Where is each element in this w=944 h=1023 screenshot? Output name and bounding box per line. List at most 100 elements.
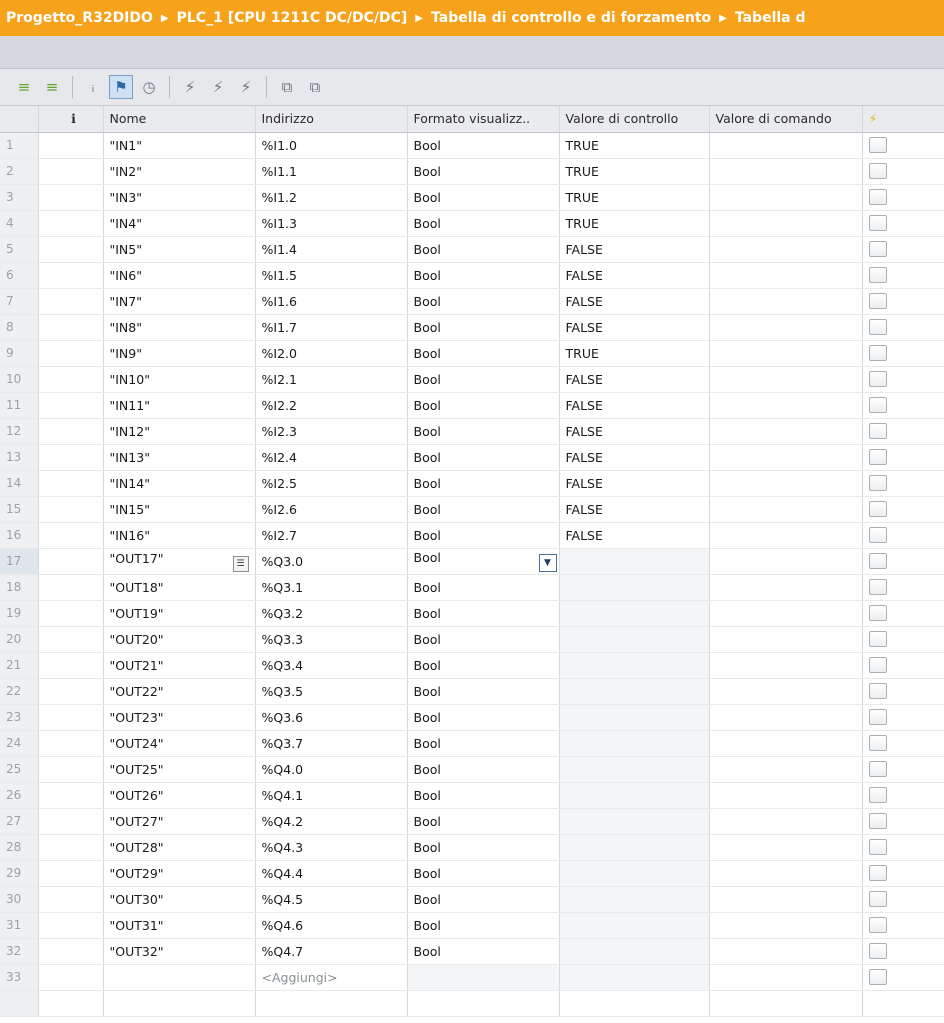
modify-checkbox[interactable] <box>868 501 887 518</box>
modify-checkbox-cell[interactable] <box>862 236 944 263</box>
row-number[interactable]: 11 <box>0 392 39 419</box>
modify-value-cell[interactable] <box>709 704 863 731</box>
modify-value-cell[interactable] <box>709 522 863 549</box>
modify-value-cell[interactable] <box>709 236 863 263</box>
address-cell[interactable]: %Q4.2 <box>255 808 408 835</box>
name-cell[interactable]: "OUT26" <box>103 782 256 809</box>
modify-value-cell[interactable] <box>709 834 863 861</box>
name-cell[interactable]: "IN10" <box>103 366 256 393</box>
address-cell[interactable]: %I1.2 <box>255 184 408 211</box>
modify-checkbox[interactable] <box>868 527 887 544</box>
format-cell[interactable]: Bool <box>407 158 560 185</box>
modify-value-cell[interactable] <box>709 288 863 315</box>
table-row[interactable]: 17 "OUT17" ☰ %Q3.0 Bool ▼ <box>0 548 944 575</box>
modify-checkbox[interactable] <box>868 709 887 726</box>
modify-value-cell[interactable] <box>709 886 863 913</box>
modify-value-cell[interactable] <box>709 470 863 497</box>
name-cell[interactable]: "OUT22" <box>103 678 256 705</box>
format-dropdown-icon[interactable]: ▼ <box>538 554 557 572</box>
modify-value-cell[interactable] <box>709 652 863 679</box>
name-cell[interactable]: "OUT28" <box>103 834 256 861</box>
address-cell[interactable]: %Q3.2 <box>255 600 408 627</box>
name-cell[interactable]: "OUT31" <box>103 912 256 939</box>
modify-checkbox[interactable] <box>868 969 887 986</box>
modify-checkbox-cell[interactable] <box>862 652 944 679</box>
modify-checkbox[interactable] <box>868 241 887 258</box>
row-number[interactable]: 15 <box>0 496 39 523</box>
address-cell[interactable]: %I2.2 <box>255 392 408 419</box>
insert-row-icon[interactable]: ≡ <box>12 75 36 99</box>
modify-checkbox-cell[interactable] <box>862 496 944 523</box>
table-row[interactable]: 27 "OUT27" %Q4.2 Bool <box>0 808 944 835</box>
table-row[interactable]: 9 "IN9" %I2.0 Bool TRUE <box>0 340 944 367</box>
address-cell[interactable]: %I1.3 <box>255 210 408 237</box>
table-row[interactable]: 13 "IN13" %I2.4 Bool FALSE <box>0 444 944 471</box>
modify-checkbox[interactable] <box>868 397 887 414</box>
modify-checkbox-cell[interactable] <box>862 210 944 237</box>
row-number[interactable]: 2 <box>0 158 39 185</box>
address-cell[interactable]: %I1.6 <box>255 288 408 315</box>
table-row[interactable]: 20 "OUT20" %Q3.3 Bool <box>0 626 944 653</box>
table-row[interactable]: 8 "IN8" %I1.7 Bool FALSE <box>0 314 944 341</box>
name-cell[interactable]: "OUT23" <box>103 704 256 731</box>
show-all-icon[interactable]: ᵢ <box>81 75 105 99</box>
modify-checkbox[interactable] <box>868 371 887 388</box>
name-cell[interactable]: "OUT27" <box>103 808 256 835</box>
name-cell[interactable]: "OUT30" <box>103 886 256 913</box>
modify-checkbox-cell[interactable] <box>862 340 944 367</box>
table-row[interactable]: 25 "OUT25" %Q4.0 Bool <box>0 756 944 783</box>
modify-value-cell[interactable] <box>709 444 863 471</box>
row-number[interactable]: 28 <box>0 834 39 861</box>
address-cell[interactable]: %I1.1 <box>255 158 408 185</box>
address-cell[interactable]: %I1.4 <box>255 236 408 263</box>
name-cell[interactable]: "IN11" <box>103 392 256 419</box>
format-cell[interactable]: Bool ▼ <box>407 548 560 575</box>
format-cell[interactable]: Bool <box>407 626 560 653</box>
monitor-once-icon[interactable]: ◷ <box>137 75 161 99</box>
format-cell[interactable]: Bool <box>407 444 560 471</box>
address-cell[interactable]: %Q3.5 <box>255 678 408 705</box>
name-cell[interactable]: "OUT18" <box>103 574 256 601</box>
modify-checkbox[interactable] <box>868 475 887 492</box>
modify-checkbox[interactable] <box>868 163 887 180</box>
modify-value-cell[interactable] <box>709 600 863 627</box>
modify-value-cell[interactable] <box>709 158 863 185</box>
modify-checkbox[interactable] <box>868 293 887 310</box>
format-cell[interactable]: Bool <box>407 600 560 627</box>
address-cell[interactable]: %I1.5 <box>255 262 408 289</box>
row-number[interactable]: 18 <box>0 574 39 601</box>
modify-value-cell[interactable] <box>709 392 863 419</box>
modify-checkbox-cell[interactable] <box>862 756 944 783</box>
modify-checkbox[interactable] <box>868 735 887 752</box>
modify-value-cell[interactable] <box>709 210 863 237</box>
modify-value-cell[interactable] <box>709 782 863 809</box>
row-number[interactable]: 12 <box>0 418 39 445</box>
modify-checkbox[interactable] <box>868 657 887 674</box>
breadcrumb-watch-folder[interactable]: Tabella di controllo e di forzamento <box>431 10 711 26</box>
format-cell[interactable]: Bool <box>407 314 560 341</box>
row-number[interactable]: 13 <box>0 444 39 471</box>
address-cell[interactable]: %Q4.5 <box>255 886 408 913</box>
name-cell[interactable]: "OUT32" <box>103 938 256 965</box>
address-cell[interactable]: %Q3.0 <box>255 548 408 575</box>
table-row[interactable]: 11 "IN11" %I2.2 Bool FALSE <box>0 392 944 419</box>
address-cell[interactable]: %Q4.0 <box>255 756 408 783</box>
row-number[interactable]: 9 <box>0 340 39 367</box>
address-cell[interactable]: %Q3.6 <box>255 704 408 731</box>
modify-checkbox[interactable] <box>868 943 887 960</box>
table-row[interactable]: 14 "IN14" %I2.5 Bool FALSE <box>0 470 944 497</box>
table-row[interactable]: 23 "OUT23" %Q3.6 Bool <box>0 704 944 731</box>
format-cell[interactable]: Bool <box>407 132 560 159</box>
modify-checkbox-cell[interactable] <box>862 626 944 653</box>
address-cell[interactable]: %I2.4 <box>255 444 408 471</box>
modify-trigger-icon[interactable]: ⚡ <box>206 75 230 99</box>
format-cell[interactable]: Bool <box>407 470 560 497</box>
modify-checkbox-cell[interactable] <box>862 782 944 809</box>
modify-checkbox[interactable] <box>868 631 887 648</box>
row-number[interactable]: 31 <box>0 912 39 939</box>
address-cell[interactable]: %I1.0 <box>255 132 408 159</box>
name-cell[interactable]: "OUT29" <box>103 860 256 887</box>
header-info[interactable]: i <box>38 106 104 133</box>
header-address[interactable]: Indirizzo <box>255 106 408 133</box>
name-cell[interactable]: "OUT25" <box>103 756 256 783</box>
